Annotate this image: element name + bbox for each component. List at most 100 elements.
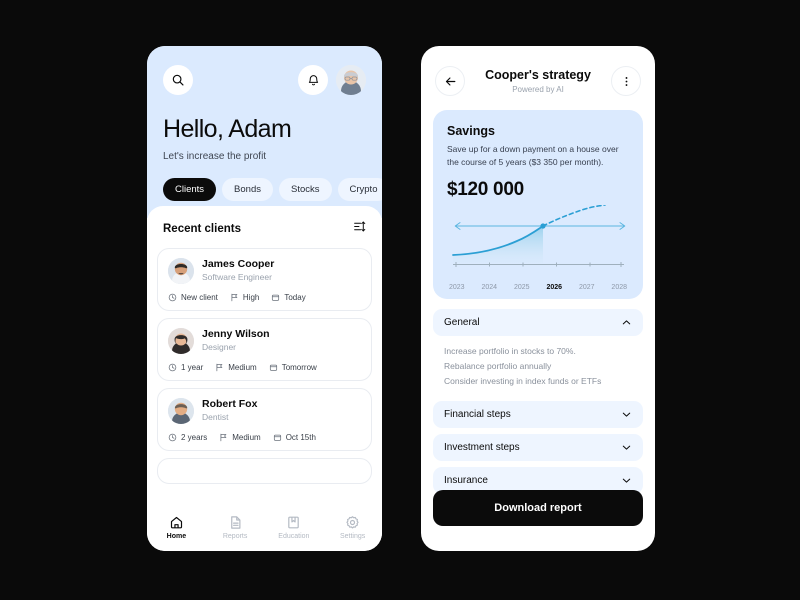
client-card[interactable]: Robert Fox Dentist 2 years Medium Oct 15… (157, 388, 372, 452)
client-meta: 1 year Medium Tomorrow (168, 363, 361, 372)
page-title: Cooper's strategy (485, 68, 591, 82)
nav-label-reports: Reports (222, 532, 248, 540)
chart-x-label: 2024 (481, 284, 498, 292)
chart-x-label: 2027 (578, 284, 595, 292)
accordion-body-general: Increase portfolio in stocks to 70%. Reb… (433, 336, 643, 395)
client-duration: 2 years (168, 433, 207, 442)
strategy-accordion: General Increase portfolio in stocks to … (433, 309, 643, 494)
tab-clients[interactable]: Clients (163, 177, 217, 201)
accordion-item-financial-steps: Financial steps (433, 400, 643, 428)
avatar-illustration (336, 65, 366, 95)
accordion-label: Financial steps (444, 408, 511, 420)
home-topbar (163, 64, 366, 96)
client-date-label: Tomorrow (281, 363, 317, 373)
accordion-line: Rebalance portfolio annually (444, 361, 552, 372)
client-card[interactable]: James Cooper Software Engineer New clien… (157, 248, 372, 312)
accordion-label: General (444, 317, 480, 329)
chevron-up-icon (622, 320, 631, 325)
client-identity: James Cooper Software Engineer (168, 258, 361, 284)
more-options-button[interactable] (611, 66, 641, 96)
avatar-illustration (168, 398, 194, 425)
back-button[interactable] (435, 66, 465, 96)
savings-amount: $120 000 (447, 179, 524, 201)
chart-current-point (540, 223, 546, 229)
user-avatar[interactable] (336, 65, 366, 95)
screenshot-stage: Hello, Adam Let's increase the profit Cl… (0, 0, 800, 600)
nav-item-reports[interactable]: Reports (209, 515, 261, 540)
client-date-label: Today (284, 293, 306, 303)
client-priority-label: High (242, 293, 260, 303)
client-priority-label: Medium (232, 433, 261, 443)
search-icon (172, 74, 184, 86)
accordion-line: Increase portfolio in stocks to 70%. (444, 346, 576, 357)
gear-icon (346, 515, 359, 528)
chart-x-labels: 2023 2024 2025 2026 2027 2028 (447, 284, 629, 291)
avatar (168, 398, 194, 425)
notifications-button[interactable] (298, 65, 328, 95)
download-report-button[interactable]: Download report (433, 490, 643, 526)
client-duration: New client (168, 293, 218, 302)
section-title: Recent clients (163, 223, 241, 235)
more-vertical-icon (625, 76, 627, 86)
book-icon (288, 516, 300, 528)
nav-item-settings[interactable]: Settings (327, 515, 379, 540)
search-button[interactable] (163, 65, 193, 95)
chart-x-label: 2023 (449, 284, 465, 292)
client-text: James Cooper Software Engineer (202, 258, 274, 284)
client-date: Tomorrow (269, 363, 317, 372)
phone-home-screen: Hello, Adam Let's increase the profit Cl… (147, 46, 382, 551)
client-name: Robert Fox (202, 398, 258, 411)
client-role: Dentist (202, 412, 229, 423)
chevron-down-icon (622, 412, 631, 417)
accordion-item-investment-steps: Investment steps (433, 433, 643, 461)
nav-item-education[interactable]: Education (268, 515, 320, 540)
client-identity: Jenny Wilson Designer (168, 328, 361, 355)
client-name: Jenny Wilson (202, 328, 270, 341)
client-priority: High (230, 293, 259, 302)
strategy-title-block: Cooper's strategy Powered by AI (465, 68, 611, 94)
client-priority: Medium (219, 433, 261, 443)
calendar-icon (272, 294, 280, 301)
sort-button[interactable] (353, 220, 366, 238)
client-priority: Medium (215, 363, 257, 373)
client-role: Software Engineer (202, 272, 272, 283)
chart-x-label-current: 2026 (546, 284, 563, 292)
phone-strategy-screen: Cooper's strategy Powered by AI Savings … (421, 46, 655, 551)
savings-title: Savings (447, 124, 495, 138)
chevron-down-icon (622, 478, 631, 483)
clock-icon (168, 363, 177, 372)
client-meta: New client High Today (168, 293, 361, 302)
accordion-line: Consider investing in index funds or ETF… (444, 376, 602, 387)
client-text: Robert Fox Dentist (202, 398, 257, 424)
tab-crypto[interactable]: Crypto (337, 177, 382, 201)
chart-x-label: 2028 (611, 284, 627, 292)
client-identity: Robert Fox Dentist (168, 398, 361, 425)
tab-bonds[interactable]: Bonds (222, 177, 273, 201)
client-priority-label: Medium (228, 363, 257, 373)
chart-x-label: 2025 (513, 284, 530, 292)
chart-area-fill (453, 226, 543, 264)
client-card[interactable]: Jenny Wilson Designer 1 year Medium Tomo… (157, 318, 372, 382)
client-meta: 2 years Medium Oct 15th (168, 433, 361, 442)
flag-icon (220, 433, 227, 442)
avatar-illustration (168, 328, 194, 355)
accordion-header-investment-steps[interactable]: Investment steps (433, 433, 643, 461)
accordion-header-financial-steps[interactable]: Financial steps (433, 400, 643, 428)
savings-description: Save up for a down payment on a house ov… (447, 144, 619, 168)
page-subtitle: Powered by AI (512, 85, 564, 94)
clock-icon (168, 433, 177, 442)
accordion-label: Investment steps (444, 441, 520, 453)
client-card-partial[interactable] (157, 458, 372, 485)
bell-icon (308, 74, 318, 85)
savings-card: Savings Save up for a down payment on a … (433, 110, 643, 300)
client-duration-label: 2 years (181, 433, 208, 443)
accordion-label: Insurance (444, 474, 488, 486)
accordion-header-general[interactable]: General (433, 309, 643, 337)
category-tabs: Clients Bonds Stocks Crypto News (163, 177, 382, 201)
tab-stocks[interactable]: Stocks (278, 177, 332, 201)
chart-projected-line (542, 204, 606, 228)
strategy-header: Cooper's strategy Powered by AI (421, 46, 655, 104)
nav-item-home[interactable]: Home (150, 515, 202, 540)
recent-clients-header: Recent clients (157, 206, 372, 248)
clock-icon (168, 293, 177, 302)
